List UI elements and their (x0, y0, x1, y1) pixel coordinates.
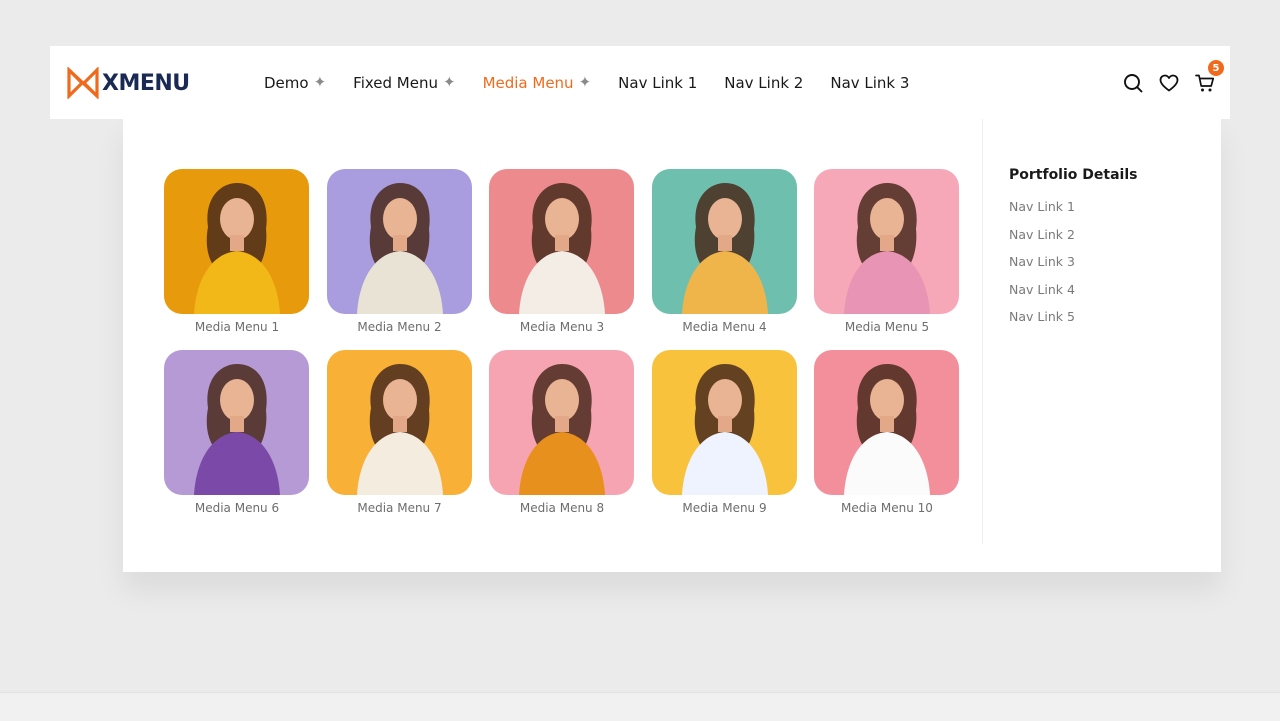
portrait-image (489, 350, 634, 495)
nav-item-link-2[interactable]: Nav Link 2 (724, 74, 803, 92)
media-card-label: Media Menu 9 (682, 501, 767, 515)
page-footer-strip (0, 692, 1280, 721)
media-thumbnail (814, 169, 959, 314)
heart-icon (1159, 74, 1179, 92)
portrait-image (814, 169, 959, 314)
media-thumbnail (326, 169, 472, 314)
media-card[interactable]: Media Menu 2 (326, 169, 473, 334)
portrait-image (326, 169, 472, 314)
xmenu-logo-icon (67, 67, 99, 99)
portrait-image (326, 350, 472, 495)
media-card[interactable]: Media Menu 7 (326, 350, 473, 515)
media-card-label: Media Menu 5 (844, 320, 930, 334)
media-card-label: Media Menu 1 (194, 320, 280, 334)
sidebar-link-1[interactable]: Nav Link 1 (1009, 200, 1137, 228)
search-icon (1124, 74, 1143, 93)
media-card-label: Media Menu 7 (357, 501, 442, 515)
media-card[interactable]: Media Menu 9 (651, 350, 798, 515)
media-card[interactable]: Media Menu 3 (489, 169, 635, 334)
nav-item-link-1[interactable]: Nav Link 1 (618, 74, 697, 92)
sidebar-title: Portfolio Details (1009, 167, 1138, 183)
portrait-image (814, 350, 959, 495)
media-thumbnail (651, 169, 797, 314)
nav-item-label: Demo (264, 73, 309, 92)
media-card-label: Media Menu 6 (194, 501, 280, 515)
panel-divider (982, 119, 983, 544)
media-card-label: Media Menu 3 (519, 320, 605, 334)
media-card[interactable]: Media Menu 8 (489, 350, 635, 515)
media-thumbnail (164, 350, 309, 495)
media-card[interactable]: Media Menu 10 (814, 350, 960, 515)
media-card-label: Media Menu 8 (519, 501, 605, 515)
cart-count-badge: 5 (1208, 60, 1224, 76)
media-thumbnail (326, 350, 472, 495)
portrait-image (164, 169, 309, 314)
media-thumbnail (489, 350, 634, 495)
nav-item-label: Nav Link 1 (618, 73, 698, 92)
nav-item-label: Fixed Menu (353, 73, 438, 92)
nav-item-fixed-menu[interactable]: Fixed Menu ✦ (353, 74, 455, 92)
portfolio-sidebar: Portfolio Details Nav Link 1 Nav Link 2 … (1009, 167, 1137, 338)
media-card-label: Media Menu 10 (841, 501, 933, 515)
media-thumbnail (489, 169, 634, 314)
portrait-image (489, 169, 634, 314)
wishlist-button[interactable] (1158, 72, 1180, 94)
sidebar-link-5[interactable]: Nav Link 5 (1009, 310, 1137, 338)
media-mega-menu: Media Menu 1 Media Menu 2 Media Menu 3 Medi… (123, 119, 1221, 572)
media-card[interactable]: Media Menu 6 (164, 350, 310, 515)
search-button[interactable] (1122, 72, 1144, 94)
media-card[interactable]: Media Menu 1 (164, 169, 310, 334)
nav-item-label: Nav Link 3 (830, 73, 910, 92)
brand-name: XMENU (102, 70, 190, 96)
media-thumbnail (651, 350, 797, 495)
nav-item-demo[interactable]: Demo ✦ (264, 74, 326, 92)
media-thumbnail (164, 169, 309, 314)
portrait-image (164, 350, 309, 495)
nav-item-media-menu[interactable]: Media Menu ✦ (483, 74, 592, 92)
media-card-label: Media Menu 2 (357, 320, 442, 334)
media-card-label: Media Menu 4 (682, 320, 767, 334)
plus-icon: ✦ (313, 73, 327, 91)
brand-logo[interactable]: XMENU (66, 66, 190, 100)
sidebar-link-2[interactable]: Nav Link 2 (1009, 227, 1137, 256)
sidebar-link-3[interactable]: Nav Link 3 (1009, 255, 1137, 283)
media-card[interactable]: Media Menu 4 (651, 169, 798, 334)
portrait-image (651, 350, 797, 495)
nav-item-label: Media Menu (482, 73, 574, 92)
header-actions: 5 (1108, 60, 1224, 94)
media-card[interactable]: Media Menu 5 (814, 169, 960, 334)
sidebar-link-4[interactable]: Nav Link 4 (1009, 282, 1137, 311)
site-header: XMENU Demo ✦ Fixed Menu ✦ Media Menu ✦ N… (50, 46, 1230, 119)
plus-icon: ✦ (578, 73, 592, 91)
portrait-image (651, 169, 797, 314)
cart-button[interactable]: 5 (1194, 60, 1224, 94)
nav-item-link-3[interactable]: Nav Link 3 (830, 74, 909, 92)
main-nav: Demo ✦ Fixed Menu ✦ Media Menu ✦ Nav Lin… (264, 46, 936, 119)
nav-item-label: Nav Link 2 (724, 73, 804, 92)
media-thumbnail (814, 350, 959, 495)
plus-icon: ✦ (442, 73, 456, 91)
